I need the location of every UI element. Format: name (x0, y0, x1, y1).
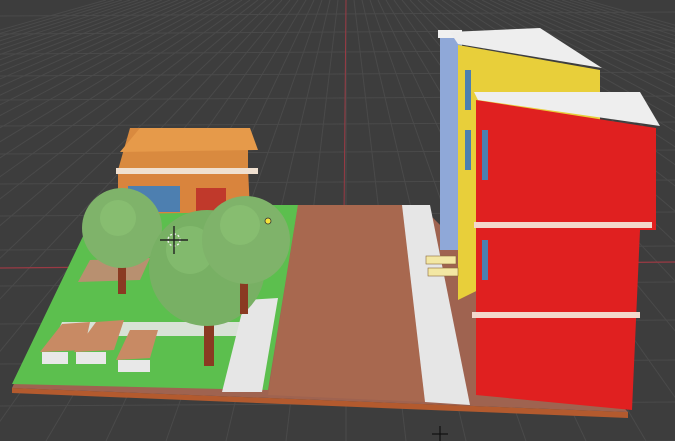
empty-object-icon[interactable] (432, 426, 448, 441)
light-icon[interactable] (264, 217, 272, 225)
scene-canvas[interactable] (0, 0, 675, 441)
grid-line (0, 11, 675, 17)
red-building[interactable] (472, 92, 660, 410)
3d-viewport[interactable] (0, 0, 675, 441)
